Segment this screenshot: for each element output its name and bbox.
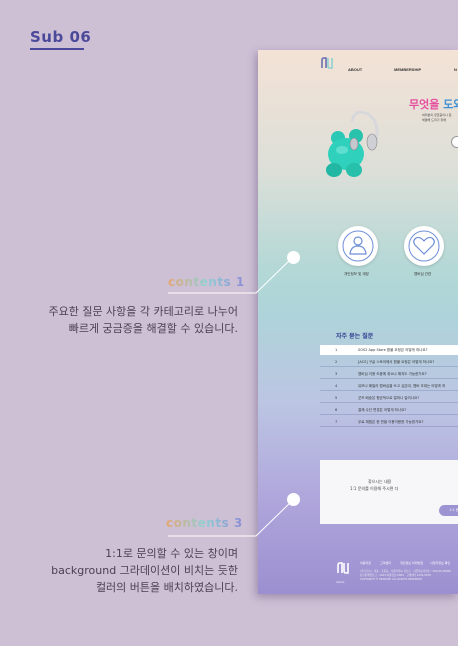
callout-dot-3 <box>287 493 300 506</box>
annotation-line: 1:1로 문의할 수 있는 창이며 <box>105 547 238 560</box>
annotation-line: 주요한 질문 사항을 각 카테고리로 나누어 <box>48 305 238 318</box>
callout-dot-1 <box>287 251 300 264</box>
annotation-line: 빠르게 궁금증을 해결할 수 있습니다. <box>68 322 238 335</box>
annotation-label-1: contents 1 <box>168 275 245 289</box>
annotation-label-3: contents 3 <box>166 516 243 530</box>
annotation-line: background 그라데이션이 비치는 듯한 <box>51 564 238 577</box>
annotation-line: 컬러의 버튼을 배치하였습니다. <box>95 581 238 594</box>
annotation-desc-1: 주요한 질문 사항을 각 카테고리로 나누어 빠르게 궁금증을 해결할 수 있습… <box>48 303 238 337</box>
annotation-desc-3: 1:1로 문의할 수 있는 창이며 background 그라데이션이 비치는 … <box>51 545 238 596</box>
